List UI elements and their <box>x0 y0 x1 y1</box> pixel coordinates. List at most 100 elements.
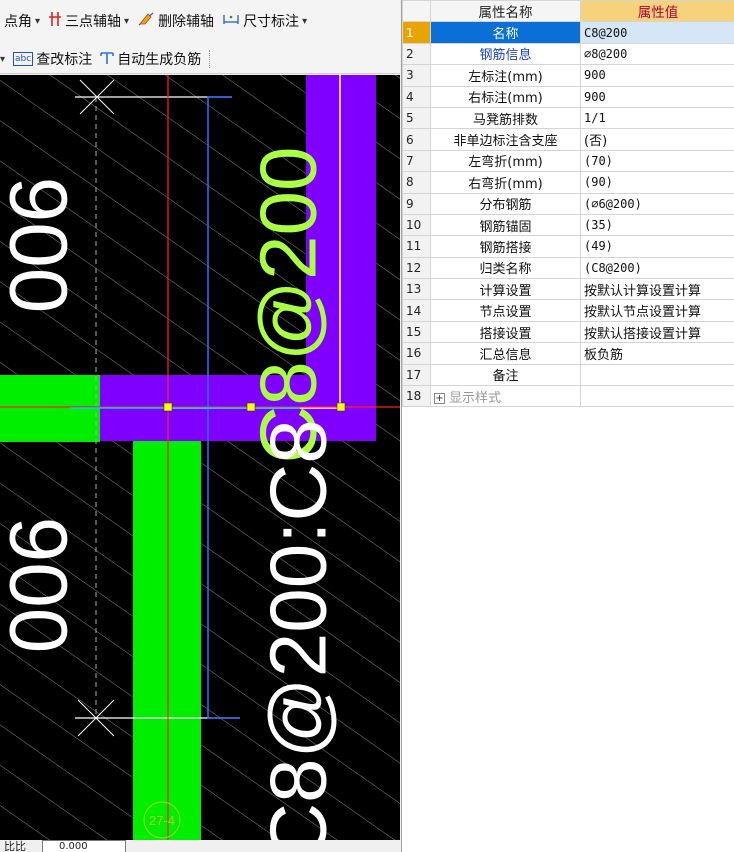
property-value[interactable] <box>580 363 734 387</box>
header-name: 属性名称 <box>430 0 581 23</box>
row-index: 18 <box>402 385 431 408</box>
corner-point-dropdown[interactable]: 点角 ▾ <box>0 11 44 31</box>
dimension-label: 尺寸标注 <box>243 14 300 30</box>
property-row[interactable]: 10 钢筋锚固 (35) <box>402 213 734 237</box>
property-name: 钢筋搭接 <box>430 235 581 258</box>
property-value[interactable]: (否) <box>580 128 734 151</box>
property-name: 名称 <box>430 21 581 44</box>
property-row[interactable]: 15 搭接设置 按默认搭接设置计算 <box>402 320 734 344</box>
drawing-svg[interactable]: 900 900 C8@200 C8@200:C8 27-4 <box>0 75 400 840</box>
property-row[interactable]: 16 汇总信息 板负筋 <box>402 342 734 365</box>
edit-annotation-button[interactable]: abc 查改标注 <box>9 49 96 69</box>
three-point-axis-button[interactable]: 三点辅轴 ▾ <box>44 11 133 31</box>
grip-point[interactable] <box>163 402 173 412</box>
property-value[interactable]: (35) <box>580 213 734 237</box>
delete-axis-button[interactable]: 删除辅轴 <box>133 11 218 31</box>
property-value[interactable]: ⌀8@200 <box>580 42 734 66</box>
property-value[interactable]: 900 <box>580 64 734 87</box>
property-name: 钢筋锚固 <box>430 213 581 237</box>
property-name: 归类名称 <box>430 256 581 280</box>
chevron-down-icon: ▾ <box>302 15 308 27</box>
label-900-upper[interactable]: 900 <box>0 177 84 314</box>
row-index: 2 <box>402 42 431 66</box>
row-index: 10 <box>402 213 431 237</box>
property-value[interactable]: (49) <box>580 235 734 258</box>
property-name: 右标注(mm) <box>430 85 581 108</box>
label-900-lower[interactable]: 900 <box>0 517 84 654</box>
property-name: + 显示样式 <box>430 385 581 408</box>
property-row[interactable]: 3 左标注(mm) 900 <box>402 64 734 87</box>
property-name: 马凳筋排数 <box>430 106 581 130</box>
property-name: 分布钢筋 <box>430 192 581 215</box>
axis-icon <box>48 11 62 31</box>
toolbar: 点角 ▾ 三点辅轴 ▾ 删除辅轴 尺寸标注 ▾ ▾ abc 查改标注 自动生成负… <box>0 0 400 74</box>
row-index: 16 <box>402 342 431 365</box>
property-value[interactable]: (70) <box>580 149 734 173</box>
property-value[interactable]: 按默认节点设置计算 <box>580 299 734 322</box>
toolbar-row-2: ▾ abc 查改标注 自动生成负筋 <box>0 46 214 72</box>
abc-icon: abc <box>13 52 34 66</box>
edit-annotation-label: 查改标注 <box>36 52 93 68</box>
label-rebar-bottom[interactable]: C8@200:C8 <box>254 419 343 840</box>
property-value[interactable]: C8@200 <box>580 21 734 44</box>
property-row[interactable]: 18 + 显示样式 <box>402 385 734 408</box>
property-value[interactable]: (C8@200) <box>580 256 734 280</box>
app-window: 点角 ▾ 三点辅轴 ▾ 删除辅轴 尺寸标注 ▾ ▾ abc 查改标注 自动生成负… <box>0 0 734 852</box>
dimension-dropdown[interactable]: 尺寸标注 ▾ <box>218 11 311 31</box>
rebar-icon <box>100 49 115 69</box>
property-row[interactable]: 13 计算设置 按默认计算设置计算 <box>402 278 734 301</box>
toolbar-divider <box>209 50 211 68</box>
property-value[interactable]: 1/1 <box>580 106 734 130</box>
row-index: 13 <box>402 278 431 301</box>
three-point-axis-label: 三点辅轴 <box>65 14 122 30</box>
row-index: 17 <box>402 363 431 387</box>
property-row[interactable]: 4 右标注(mm) 900 <box>402 85 734 108</box>
property-value[interactable]: 900 <box>580 85 734 108</box>
property-name: 计算设置 <box>430 278 581 301</box>
property-name-text: 显示样式 <box>449 390 502 406</box>
label-rebar-right[interactable]: C8@200 <box>244 147 333 464</box>
rebar-vertical[interactable] <box>133 441 201 840</box>
property-value[interactable]: 按默认搭接设置计算 <box>580 320 734 344</box>
grip-point[interactable] <box>336 402 346 412</box>
row-index: 12 <box>402 256 431 280</box>
property-panel: 属性名称 属性值 1 名称 C8@200 2 钢筋信息 ⌀8@200 3 左标注(mm) 900… <box>401 0 734 852</box>
drawing-canvas[interactable]: 900 900 C8@200 C8@200:C8 27-4 <box>0 75 400 840</box>
property-row[interactable]: 6 非单边标注含支座 (否) <box>402 128 734 151</box>
property-value[interactable]: 板负筋 <box>580 342 734 365</box>
property-row[interactable]: 14 节点设置 按默认节点设置计算 <box>402 299 734 322</box>
property-rows: 1 名称 C8@200 2 钢筋信息 ⌀8@200 3 左标注(mm) 900 4 右标注(mm) 9… <box>402 21 734 408</box>
property-row[interactable]: 11 钢筋搭接 (49) <box>402 235 734 258</box>
row-index: 15 <box>402 320 431 344</box>
expand-icon[interactable]: + <box>434 392 445 404</box>
property-value[interactable]: 按默认计算设置计算 <box>580 278 734 301</box>
property-name: 搭接设置 <box>430 320 581 344</box>
property-value[interactable] <box>580 385 734 408</box>
row-index: 11 <box>402 235 431 258</box>
eraser-icon <box>137 11 155 31</box>
property-row[interactable]: 5 马凳筋排数 1/1 <box>402 106 734 130</box>
property-name: 非单边标注含支座 <box>430 128 581 151</box>
status-value-input[interactable]: 0.000 <box>42 840 126 852</box>
rebar-dropdown[interactable]: ▾ <box>0 54 9 65</box>
property-name: 右弯折(mm) <box>430 171 581 194</box>
property-row[interactable]: 17 备注 <box>402 363 734 387</box>
property-row[interactable]: 8 右弯折(mm) (90) <box>402 171 734 194</box>
property-value[interactable]: (90) <box>580 171 734 194</box>
property-row[interactable]: 2 钢筋信息 ⌀8@200 <box>402 42 734 66</box>
table-header: 属性名称 属性值 <box>402 0 734 23</box>
row-index: 14 <box>402 299 431 322</box>
row-index: 9 <box>402 192 431 215</box>
row-index: 6 <box>402 128 431 151</box>
property-value[interactable]: (⌀6@200) <box>580 192 734 215</box>
row-index: 8 <box>402 171 431 194</box>
property-row[interactable]: 9 分布钢筋 (⌀6@200) <box>402 192 734 215</box>
status-label: 比比 <box>4 840 26 852</box>
property-row[interactable]: 12 归类名称 (C8@200) <box>402 256 734 280</box>
auto-gen-rebar-button[interactable]: 自动生成负筋 <box>96 49 205 69</box>
row-index: 1 <box>402 21 431 44</box>
property-row[interactable]: 7 左弯折(mm) (70) <box>402 149 734 173</box>
property-name: 钢筋信息 <box>430 42 581 66</box>
property-row[interactable]: 1 名称 C8@200 <box>402 21 734 44</box>
property-name: 备注 <box>430 363 581 387</box>
